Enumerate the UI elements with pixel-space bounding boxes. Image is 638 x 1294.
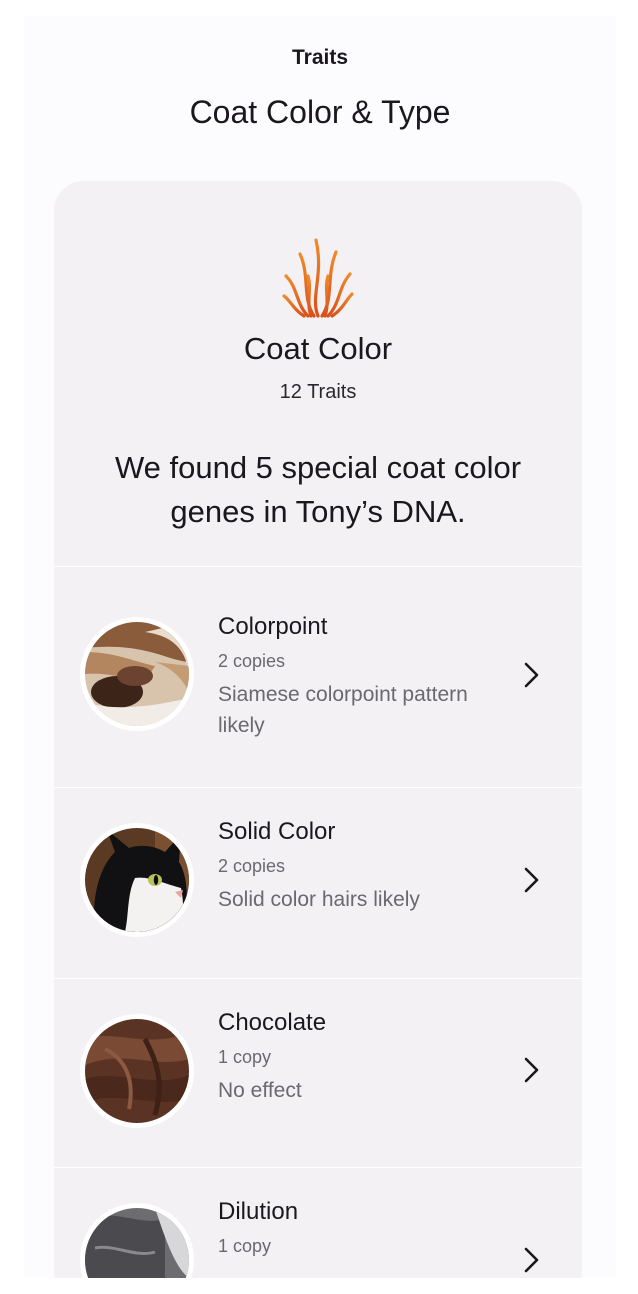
- trait-name: Dilution: [218, 1198, 299, 1225]
- coat-color-card: Coat Color 12 Traits We found 5 special …: [54, 181, 582, 1278]
- trait-copies: 1 copy: [218, 1236, 272, 1256]
- trait-row-solid-color[interactable]: Solid Color 2 copies Solid color hairs l…: [54, 788, 582, 978]
- page-title: Coat Color & Type: [189, 94, 451, 130]
- trait-image: [80, 823, 194, 937]
- flame-icon: [282, 238, 354, 318]
- trait-description: Solid color hairs likely: [218, 888, 420, 911]
- trait-count: 12 Traits: [279, 381, 357, 403]
- summary-text: We found 5 special coat color genes in T…: [114, 450, 522, 529]
- trait-row-colorpoint[interactable]: Colorpoint 2 copies Siamese colorpoint p…: [54, 567, 582, 787]
- chevron-right-icon: [520, 1245, 542, 1275]
- trait-name: Chocolate: [218, 1009, 327, 1036]
- trait-name: Colorpoint: [218, 613, 328, 640]
- section-title: Coat Color: [243, 331, 393, 366]
- chevron-right-icon: [520, 1055, 542, 1085]
- brown-fur-photo: [85, 1019, 189, 1123]
- trait-copies: 2 copies: [218, 651, 286, 671]
- trait-name: Solid Color: [218, 818, 336, 845]
- trait-row-dilution[interactable]: Dilution 1 copy: [54, 1168, 582, 1278]
- nav-title: Traits: [291, 46, 349, 69]
- trait-image: [80, 617, 194, 731]
- gray-fur-photo: [85, 1208, 189, 1278]
- trait-copies: 1 copy: [218, 1047, 272, 1067]
- siamese-cat-paws-photo: [85, 622, 189, 726]
- trait-image: [80, 1014, 194, 1128]
- trait-image: [80, 1203, 194, 1278]
- black-white-cat-photo: [85, 828, 189, 932]
- chevron-right-icon: [520, 660, 542, 690]
- screen: Traits Coat Color & Type Coat Color 12 T…: [24, 16, 616, 1278]
- trait-row-chocolate[interactable]: Chocolate 1 copy No effect: [54, 979, 582, 1167]
- trait-description: Siamese colorpoint pattern likely: [218, 683, 468, 737]
- trait-copies: 2 copies: [218, 856, 286, 876]
- trait-description: No effect: [218, 1079, 302, 1102]
- chevron-right-icon: [520, 865, 542, 895]
